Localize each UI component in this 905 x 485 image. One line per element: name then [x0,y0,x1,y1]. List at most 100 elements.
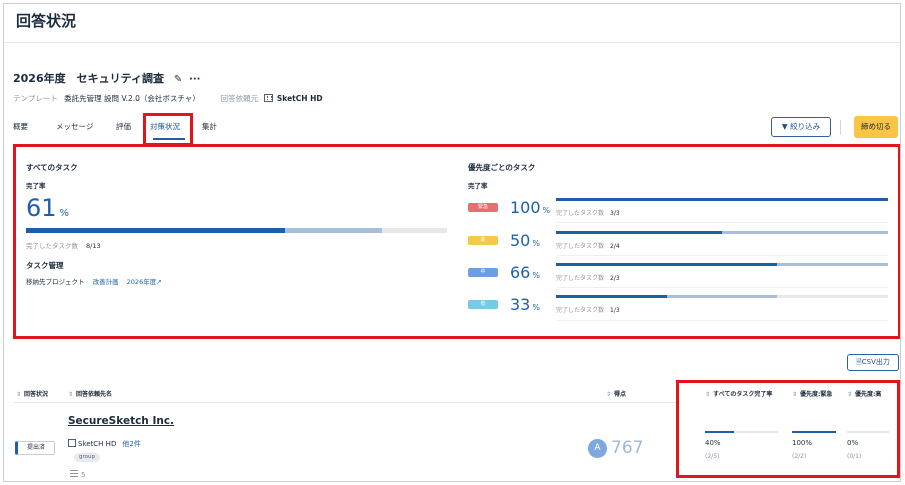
tab-aggregate[interactable]: 集計 [202,121,217,132]
filter-label: 絞り込み [790,122,821,131]
all-tasks-done: 完了したタスク数 8/13 [26,240,101,250]
priority-count-low: 完了したタスク数 1/3 [556,305,620,314]
priority-row-high: 高 50% 完了したタスク数 2/4 [468,231,888,253]
priority-bar-fill [556,198,888,201]
column-header-vendor[interactable]: ⇕ 回答依頼先名 [68,389,112,398]
grade-badge: A [588,439,607,458]
priority-pct-value: 66 [510,263,531,282]
priority-row-medium: 中 66% 完了したタスク数 2/3 [468,263,888,285]
priority-count-label: 完了したタスク数 [556,275,605,282]
priority-pct-unit: % [532,303,540,312]
priority-row-urgent: 緊急 100% 完了したタスク数 3/3 [468,198,888,220]
urgent-rate-fraction: (2/2) [792,453,807,460]
highlight-box-columns [676,380,900,478]
survey-title: 2026年度 セキュリティ調査 ✎ ··· [13,70,200,86]
vendor-name-link[interactable]: SecureSketch Inc. [68,415,174,427]
priority-bar-high [556,231,888,234]
all-rate-value: 40% [705,439,721,447]
all-rate-bar-fill [705,431,735,433]
tab-messages[interactable]: メッセージ [56,121,93,132]
priority-count-value: 2/3 [610,275,620,282]
filter-button[interactable]: ▼ 絞り込み [771,117,831,137]
priority-bar-medium [556,263,888,266]
priority-badge-low: 低 [468,300,498,309]
row-divider [557,255,888,256]
csv-export-label: CSV出力 [861,358,890,366]
priority-bar-fill [556,263,778,266]
task-management-text: 移納先プロジェクト [26,278,85,286]
group-tag: group [74,453,100,462]
sort-icon: ⇕ [16,391,22,398]
column-header-status[interactable]: ⇕ 回答状況 [16,389,48,398]
all-tasks-rate-unit: % [59,208,70,219]
list-icon [70,470,78,477]
survey-title-text: 2026年度 セキュリティ調査 [13,72,164,85]
column-header-label: 得点 [614,391,627,398]
high-rate-fraction: (0/1) [847,453,862,460]
all-tasks-progress-fill [26,228,285,233]
main-frame: 回答状況 2026年度 セキュリティ調査 ✎ ··· テンプレート 委託先管理 … [3,3,901,482]
year-link[interactable]: 2026年度↗ [127,278,162,286]
priority-count-value: 2/4 [610,243,620,250]
urgent-rate-value: 100% [792,439,813,447]
status-badge: 提出済 [15,441,55,455]
all-tasks-progress-bar [26,228,447,233]
priority-count-label: 完了したタスク数 [556,243,605,250]
requester-value: SketCH HD [276,94,323,103]
all-tasks-title: すべてのタスク [26,163,78,172]
priority-pct-high: 50% [510,231,540,250]
score-value: 767 [611,438,644,458]
priority-pct-medium: 66% [510,263,540,282]
survey-meta: テンプレート 委託先管理 設問 V.2.0（会社ボスチャ） 回答依頼元 Sket… [13,93,323,104]
all-rate-bar [705,431,778,433]
all-rate-fraction: (2/5) [705,453,720,460]
title-divider [4,42,900,43]
high-rate-value: 0% [847,439,859,447]
priority-pct-low: 33% [510,295,540,314]
priority-badge-high: 高 [468,236,498,245]
priority-pct-unit: % [542,206,551,215]
all-tasks-rate-value: 61 [26,194,57,222]
column-header-score[interactable]: ⇕ 得点 [606,389,626,398]
more-icon[interactable]: ··· [189,74,200,85]
tab-overview[interactable]: 概要 [13,121,28,132]
priority-bar-fill [556,295,667,298]
priority-badge-urgent: 緊急 [468,203,498,212]
priority-bar-urgent [556,198,888,201]
row-divider [557,320,888,321]
close-survey-button[interactable]: 締め切る [854,116,898,138]
row-divider [557,222,888,223]
improvement-plan-link[interactable]: 改善計画 [93,278,119,286]
all-tasks-rate-label: 完了率 [26,182,46,190]
urgent-rate-bar [792,431,836,433]
column-header-label: 回答依頼先名 [76,391,113,398]
priority-bar-low [556,295,888,298]
table-header-divider [13,402,678,403]
priority-row-low: 低 33% 完了したタスク数 1/3 [468,295,888,317]
sort-icon: ⇕ [68,391,74,398]
csv-export-button[interactable]: 🗎CSV出力 [847,354,899,371]
priority-rate-label: 完了率 [468,182,488,190]
task-management-line: 移納先プロジェクト 改善計画 2026年度↗ [26,276,162,286]
vendor-org-name: SketCH HD [78,440,117,448]
tab-evaluation[interactable]: 評価 [116,121,131,132]
priority-count-label: 完了したタスク数 [556,210,605,217]
list-count-value: 5 [81,471,86,479]
requester-label: 回答依頼元 [220,94,259,103]
template-label: テンプレート [13,94,58,103]
priority-bar-fill [556,231,722,234]
urgent-rate-bar-fill [792,431,836,433]
highlight-box-tab [143,113,193,146]
others-link[interactable]: 他2件 [122,440,140,448]
priority-count-medium: 完了したタスク数 2/3 [556,273,620,282]
building-icon [68,439,76,447]
page-title: 回答状況 [16,12,77,30]
building-icon [263,94,273,102]
priority-count-value: 3/3 [610,210,620,217]
vendor-org: SketCH HD 他2件 [68,439,141,449]
priority-pct-value: 100 [510,198,541,217]
priority-pct-unit: % [532,239,540,248]
filter-icon: ▼ [781,122,788,131]
edit-icon[interactable]: ✎ [174,74,182,85]
priority-pct-urgent: 100% [510,198,550,217]
